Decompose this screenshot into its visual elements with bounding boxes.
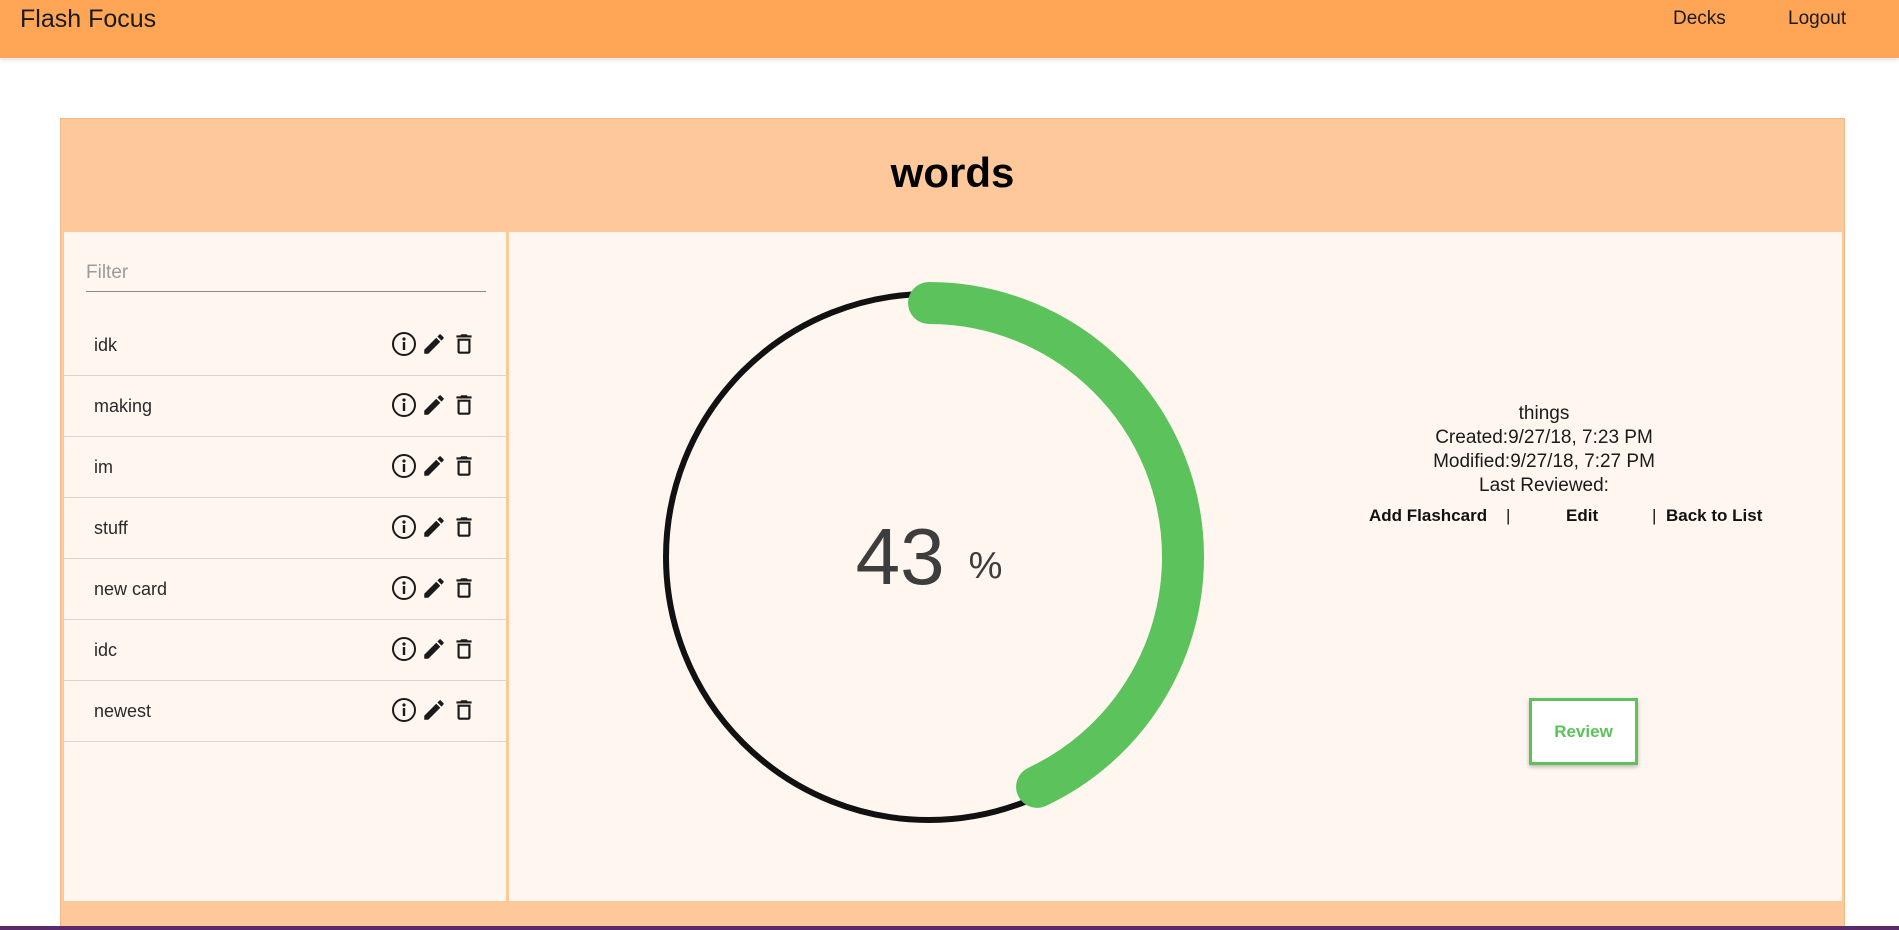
- back-to-list-link[interactable]: Back to List: [1666, 506, 1762, 526]
- flashcard-row[interactable]: idc: [64, 620, 506, 681]
- window-bottom-edge: [0, 926, 1899, 930]
- deck-title: words: [890, 149, 1015, 196]
- deck-actions: Add Flashcard | Edit | Back to List: [1369, 506, 1769, 530]
- action-separator: |: [1652, 506, 1657, 525]
- trash-icon[interactable]: [451, 575, 477, 601]
- trash-icon[interactable]: [451, 514, 477, 540]
- flashcard-label[interactable]: newest: [94, 701, 151, 722]
- modified-date: Modified:9/27/18, 7:27 PM: [1433, 451, 1655, 472]
- info-icon[interactable]: [391, 575, 417, 601]
- flashcard-actions: [391, 453, 477, 479]
- flashcard-row[interactable]: newest: [64, 681, 506, 742]
- flashcard-row[interactable]: stuff: [64, 498, 506, 559]
- deck-info: things Created:9/27/18, 7:23 PM Modified…: [1319, 402, 1769, 498]
- pencil-icon[interactable]: [421, 331, 447, 357]
- flashcard-row[interactable]: making: [64, 376, 506, 437]
- review-button[interactable]: Review: [1529, 698, 1638, 765]
- trash-icon[interactable]: [451, 453, 477, 479]
- deck-name: things: [1518, 403, 1570, 424]
- flashcard-label[interactable]: im: [94, 457, 113, 478]
- info-icon[interactable]: [391, 453, 417, 479]
- trash-icon[interactable]: [451, 392, 477, 418]
- pencil-icon[interactable]: [421, 514, 447, 540]
- flashcard-label[interactable]: stuff: [94, 518, 128, 539]
- flashcard-actions: [391, 331, 477, 357]
- progress-ring: [654, 282, 1204, 832]
- flashcard-actions: [391, 636, 477, 662]
- app-title[interactable]: Flash Focus: [20, 5, 156, 34]
- action-separator: |: [1506, 506, 1511, 525]
- last-reviewed: Last Reviewed:: [1479, 475, 1609, 496]
- flashcard-actions: [391, 575, 477, 601]
- pencil-icon[interactable]: [421, 392, 447, 418]
- flashcard-actions: [391, 392, 477, 418]
- pencil-icon[interactable]: [421, 697, 447, 723]
- info-icon[interactable]: [391, 697, 417, 723]
- deck-card: words idkmakingimstuffnew cardidcnewest …: [60, 118, 1845, 930]
- trash-icon[interactable]: [451, 331, 477, 357]
- nav-decks-link[interactable]: Decks: [1673, 8, 1726, 30]
- progress-arc: [654, 282, 1204, 832]
- flashcard-label[interactable]: idk: [94, 335, 117, 356]
- created-date: Created:9/27/18, 7:23 PM: [1435, 427, 1653, 448]
- flashcard-actions: [391, 697, 477, 723]
- pencil-icon[interactable]: [421, 636, 447, 662]
- add-flashcard-link[interactable]: Add Flashcard: [1369, 506, 1487, 526]
- info-icon[interactable]: [391, 331, 417, 357]
- flashcard-sidebar: idk making im stuff new card idc newest: [64, 232, 506, 901]
- edit-deck-link[interactable]: Edit: [1566, 506, 1598, 526]
- flashcard-actions: [391, 514, 477, 540]
- info-icon[interactable]: [391, 514, 417, 540]
- flashcard-label[interactable]: idc: [94, 640, 117, 661]
- deck-detail-panel: 43 % things Created:9/27/18, 7:23 PM Mod…: [509, 232, 1842, 901]
- info-icon[interactable]: [391, 636, 417, 662]
- info-icon[interactable]: [391, 392, 417, 418]
- flashcard-list: idk making im stuff new card idc newest: [64, 315, 506, 742]
- flashcard-row[interactable]: idk: [64, 315, 506, 376]
- nav-logout-link[interactable]: Logout: [1788, 8, 1846, 30]
- filter-input[interactable]: [86, 254, 486, 292]
- trash-icon[interactable]: [451, 636, 477, 662]
- pencil-icon[interactable]: [421, 575, 447, 601]
- flashcard-row[interactable]: im: [64, 437, 506, 498]
- top-nav-bar: Flash Focus Decks Logout: [0, 0, 1899, 58]
- trash-icon[interactable]: [451, 697, 477, 723]
- flashcard-row[interactable]: new card: [64, 559, 506, 620]
- progress-gauge: 43 %: [649, 277, 1209, 837]
- flashcard-label[interactable]: new card: [94, 579, 167, 600]
- pencil-icon[interactable]: [421, 453, 447, 479]
- flashcard-label[interactable]: making: [94, 396, 152, 417]
